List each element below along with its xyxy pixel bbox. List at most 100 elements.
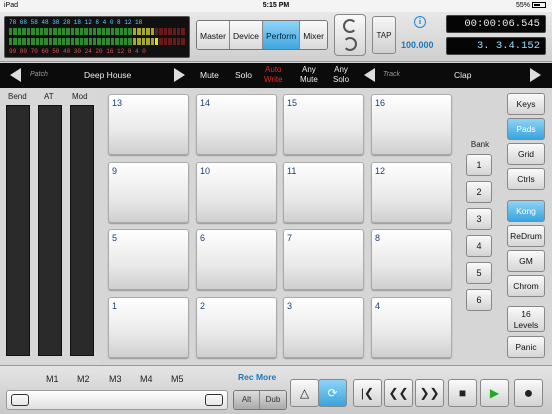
redo-icon[interactable] <box>343 37 357 51</box>
meter-segment <box>35 38 39 45</box>
next-track-arrow-icon[interactable] <box>530 68 541 82</box>
rec-more-link[interactable]: Rec More <box>238 372 276 382</box>
pads-button[interactable]: Pads <box>507 118 545 140</box>
drum-pad[interactable]: 11 <box>283 162 364 223</box>
solo-button[interactable]: Solo <box>235 70 252 80</box>
undo-redo-button[interactable] <box>334 14 366 56</box>
meter-segment <box>62 38 66 45</box>
drum-pad[interactable]: 8 <box>371 229 452 290</box>
meter-segment <box>168 28 172 35</box>
fast-forward-button[interactable]: ❯❯ <box>415 379 444 407</box>
drum-pad[interactable]: 7 <box>283 229 364 290</box>
pad-number: 8 <box>375 233 381 243</box>
pad-number: 4 <box>375 301 381 311</box>
track-name[interactable]: Clap <box>454 70 471 80</box>
bank-button-5[interactable]: 5 <box>466 262 492 284</box>
meter-segment <box>163 28 168 35</box>
panic-button[interactable]: Panic <box>507 336 545 358</box>
drum-pad[interactable]: 16 <box>371 94 452 155</box>
tap-tempo-button[interactable]: TAP <box>372 16 396 54</box>
record-icon: ● <box>523 385 534 402</box>
ctrls-button[interactable]: Ctrls <box>507 168 545 190</box>
loop-scrubber[interactable] <box>6 390 228 410</box>
macro-m2-label[interactable]: M2 <box>77 374 90 384</box>
mode-master-button[interactable]: Master <box>197 21 230 49</box>
meter-segment <box>84 38 88 45</box>
meter-segment <box>75 28 79 35</box>
play-button[interactable]: ▶ <box>480 379 509 407</box>
meter-segment <box>128 28 132 35</box>
mode-selector: Master Device Perform Mixer <box>196 20 328 50</box>
meter-segment <box>79 28 84 35</box>
drum-pad[interactable]: 4 <box>371 297 452 358</box>
loop-end-icon[interactable] <box>205 394 223 406</box>
bend-strip[interactable] <box>6 105 30 356</box>
loop-start-icon[interactable] <box>11 394 29 406</box>
info-icon[interactable]: i <box>414 16 426 28</box>
drum-pad[interactable]: 15 <box>283 94 364 155</box>
aftertouch-strip[interactable] <box>38 105 62 356</box>
macro-m1-label[interactable]: M1 <box>46 374 59 384</box>
any-mute-button[interactable]: Any Mute <box>300 65 318 85</box>
loop-button[interactable]: ⟳ <box>318 379 347 407</box>
bank-button-1[interactable]: 1 <box>466 154 492 176</box>
drum-pad[interactable]: 2 <box>196 297 277 358</box>
drum-pad[interactable]: 5 <box>108 229 189 290</box>
drum-pad[interactable]: 1 <box>108 297 189 358</box>
kong-button[interactable]: Kong <box>507 200 545 222</box>
mode-perform-button[interactable]: Perform <box>262 21 301 49</box>
undo-icon[interactable] <box>343 19 357 33</box>
patch-name[interactable]: Deep House <box>84 70 131 80</box>
chrom-button[interactable]: Chrom <box>507 275 545 297</box>
pad-number: 7 <box>287 233 293 243</box>
pad-number: 14 <box>200 98 211 108</box>
rewind-button[interactable]: ❮❮ <box>384 379 413 407</box>
fast-forward-icon: ❯❯ <box>419 386 440 400</box>
meter-segment <box>44 28 48 35</box>
drum-pad[interactable]: 9 <box>108 162 189 223</box>
mod-strip[interactable] <box>70 105 94 356</box>
pad-number: 3 <box>287 301 293 311</box>
keys-button[interactable]: Keys <box>507 93 545 115</box>
metronome-button[interactable]: △ <box>290 379 319 407</box>
alt-button[interactable]: Alt <box>234 391 260 409</box>
bank-button-6[interactable]: 6 <box>466 289 492 311</box>
rewind-to-start-button[interactable]: |❮ <box>353 379 382 407</box>
record-button[interactable]: ● <box>514 379 543 407</box>
drum-pad[interactable]: 12 <box>371 162 452 223</box>
next-patch-arrow-icon[interactable] <box>174 68 185 82</box>
prev-patch-arrow-icon[interactable] <box>10 68 21 82</box>
drum-pad[interactable]: 6 <box>196 229 277 290</box>
meter-segment <box>44 38 48 45</box>
any-solo-button[interactable]: Any Solo <box>333 65 349 85</box>
drum-pad[interactable]: 10 <box>196 162 277 223</box>
meter-segment <box>22 38 26 45</box>
grid-button[interactable]: Grid <box>507 143 545 165</box>
auto-write-line2: Write <box>264 75 283 84</box>
mute-button[interactable]: Mute <box>200 70 219 80</box>
macro-m3-label[interactable]: M3 <box>109 374 122 384</box>
prev-track-arrow-icon[interactable] <box>364 68 375 82</box>
drum-pad[interactable]: 3 <box>283 297 364 358</box>
drum-pad[interactable]: 14 <box>196 94 277 155</box>
bank-button-2[interactable]: 2 <box>466 181 492 203</box>
meter-segment <box>53 28 57 35</box>
bank-button-3[interactable]: 3 <box>466 208 492 230</box>
bank-button-4[interactable]: 4 <box>466 235 492 257</box>
mode-device-button[interactable]: Device <box>229 21 263 49</box>
meter-segment <box>119 38 123 45</box>
stop-button[interactable]: ■ <box>448 379 477 407</box>
macro-m4-label[interactable]: M4 <box>140 374 153 384</box>
tempo-value[interactable]: 100.000 <box>401 40 434 50</box>
dub-button[interactable]: Dub <box>260 391 286 409</box>
macro-m5-label[interactable]: M5 <box>171 374 184 384</box>
meter-segment <box>84 28 88 35</box>
mode-mixer-button[interactable]: Mixer <box>300 21 327 49</box>
drum-pad[interactable]: 13 <box>108 94 189 155</box>
redrum-button[interactable]: ReDrum <box>507 225 545 247</box>
gm-button[interactable]: GM <box>507 250 545 272</box>
loop-icon: ⟳ <box>327 386 338 400</box>
pad-number: 5 <box>112 233 118 243</box>
16-levels-button[interactable]: 16 Levels <box>507 306 545 332</box>
auto-write-button[interactable]: Auto Write <box>264 65 283 85</box>
